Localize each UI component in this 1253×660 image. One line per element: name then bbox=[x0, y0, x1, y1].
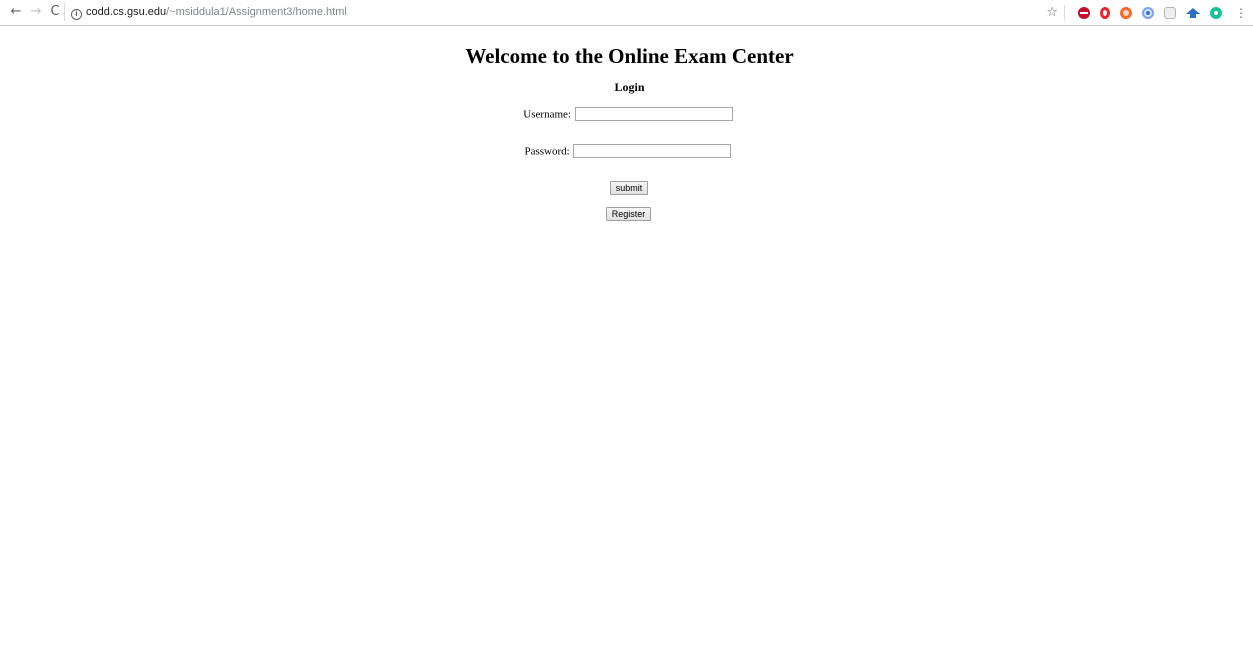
graduation-cap-icon[interactable] bbox=[1186, 8, 1200, 18]
opera-icon[interactable] bbox=[1100, 7, 1110, 19]
register-button[interactable]: Register bbox=[606, 207, 651, 221]
password-row: Password: bbox=[0, 144, 1253, 159]
address-bar[interactable]: i codd.cs.gsu.edu/~msiddula1/Assignment3/… bbox=[64, 3, 1064, 21]
extensions-area: ☆ ⋮ bbox=[1046, 4, 1247, 22]
page-title: Welcome to the Online Exam Center bbox=[465, 44, 794, 68]
password-label: Password: bbox=[524, 145, 570, 158]
star-icon[interactable]: ☆ bbox=[1046, 5, 1058, 21]
back-arrow-icon[interactable]: ← bbox=[8, 4, 24, 20]
blue-extension-icon[interactable] bbox=[1142, 7, 1154, 19]
grammarly-icon[interactable] bbox=[1210, 7, 1222, 19]
password-input[interactable] bbox=[573, 144, 732, 159]
username-label: Username: bbox=[523, 108, 571, 121]
reload-icon[interactable]: C bbox=[47, 4, 63, 20]
orange-extension-icon[interactable] bbox=[1120, 7, 1132, 19]
kebab-menu-icon[interactable]: ⋮ bbox=[1235, 5, 1247, 21]
username-row: Username: bbox=[0, 107, 1253, 122]
url-host: codd.cs.gsu.edu bbox=[86, 6, 167, 18]
adblock-icon[interactable] bbox=[1078, 7, 1090, 19]
url-path: /~msiddula1/Assignment3/home.html bbox=[166, 6, 347, 18]
submit-button[interactable]: submit bbox=[610, 181, 648, 195]
username-input[interactable] bbox=[574, 107, 733, 122]
toolbar-divider bbox=[1064, 5, 1065, 21]
browser-toolbar: ← → C i codd.cs.gsu.edu/~msiddula1/Assign… bbox=[0, 0, 1253, 26]
login-heading: Login bbox=[614, 80, 645, 94]
grey-extension-icon[interactable] bbox=[1164, 7, 1176, 19]
forward-arrow-icon[interactable]: → bbox=[28, 4, 44, 20]
info-icon[interactable]: i bbox=[71, 9, 82, 20]
